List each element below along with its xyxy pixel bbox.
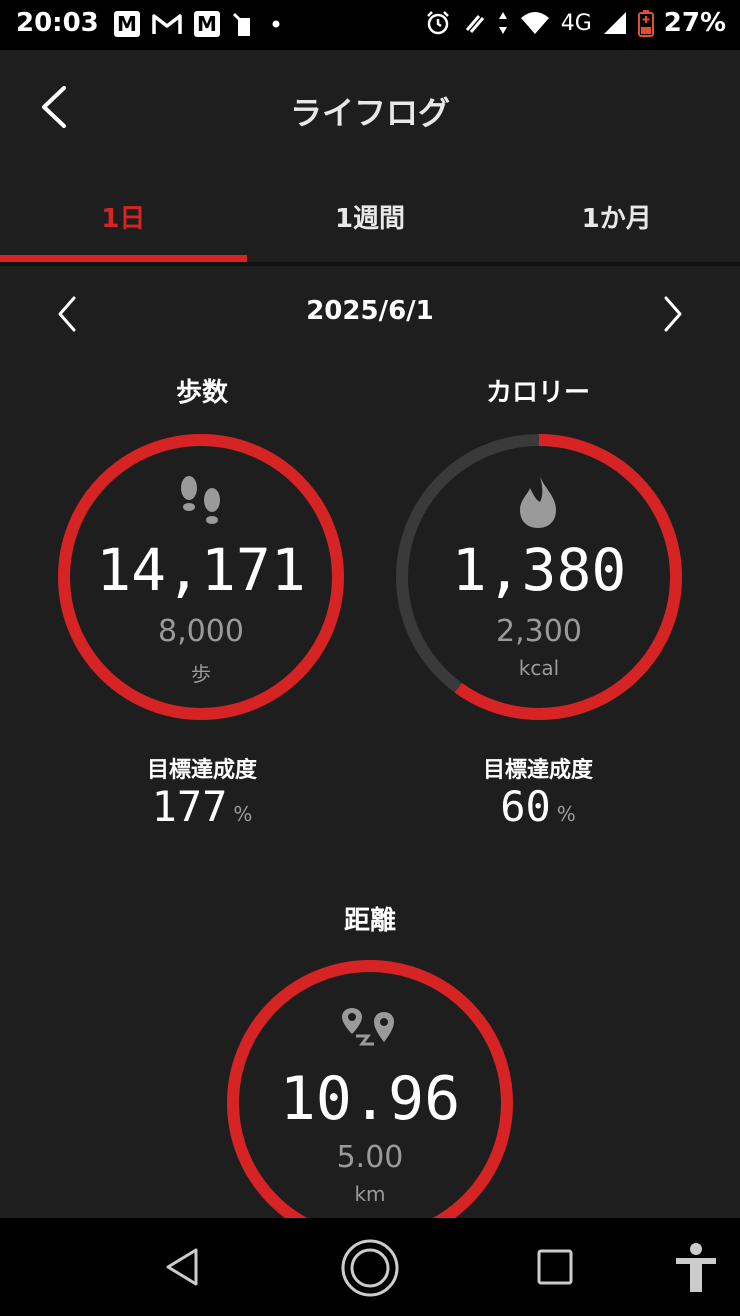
steps-unit: 歩 — [191, 662, 211, 686]
distance-label: 距離 — [343, 906, 396, 936]
calories-achievement-label: 目標達成度 — [482, 758, 593, 783]
calories-label: カロリー — [485, 378, 590, 408]
battery-icon — [637, 10, 654, 37]
data-arrows-icon — [498, 12, 507, 34]
signal-icon — [603, 12, 626, 34]
page-title: ライフログ — [289, 94, 450, 132]
steps-achievement-value: 177 — [151, 782, 228, 831]
tab-day[interactable]: 1日 — [0, 168, 247, 264]
gmail-icon — [152, 14, 182, 34]
tab-month[interactable]: 1か月 — [493, 168, 740, 264]
system-nav-bar — [0, 1218, 740, 1316]
date-navigator: 2025/6/1 — [0, 290, 740, 338]
footprints-icon — [181, 476, 220, 524]
steps-achievement: 177% — [82, 782, 322, 831]
notification-m-icon: M — [114, 11, 140, 37]
nav-home-button[interactable] — [340, 1238, 400, 1298]
accessibility-icon[interactable] — [672, 1242, 720, 1294]
tabs-divider — [0, 262, 740, 266]
nav-back-button[interactable] — [162, 1246, 202, 1288]
distance-goal: 5.00 — [336, 1140, 404, 1175]
battery-percent: 27% — [663, 8, 726, 38]
calories-value: 1,380 — [451, 536, 627, 604]
calories-unit: kcal — [518, 656, 560, 680]
notification-m-icon-2: M — [194, 11, 220, 37]
distance-unit: km — [354, 1182, 386, 1206]
steps-achievement-label: 目標達成度 — [146, 758, 257, 783]
status-time: 20:03 — [16, 8, 99, 38]
calories-goal: 2,300 — [496, 614, 582, 649]
battery-saver-icon — [232, 12, 250, 36]
nav-recents-button[interactable] — [536, 1248, 574, 1286]
steps-goal: 8,000 — [158, 614, 244, 649]
network-type: 4G — [560, 10, 592, 36]
steps-value: 14,171 — [96, 536, 306, 604]
next-date-button[interactable] — [658, 290, 688, 338]
nfc-icon — [465, 15, 484, 33]
tab-week[interactable]: 1週間 — [247, 168, 494, 264]
flame-icon — [520, 476, 556, 528]
period-tabs: 1日 1週間 1か月 — [0, 168, 740, 264]
dot-icon — [272, 20, 280, 28]
calories-achievement-percent: % — [556, 802, 576, 826]
steps-achievement-percent: % — [233, 802, 253, 826]
route-icon — [342, 1008, 394, 1046]
steps-label: 歩数 — [175, 378, 228, 408]
calories-achievement-value: 60 — [500, 782, 551, 831]
distance-value: 10.96 — [279, 1064, 461, 1134]
alarm-icon — [426, 11, 449, 35]
current-date: 2025/6/1 — [306, 296, 434, 326]
status-bar: 20:03 M M 4G 27% — [0, 0, 740, 50]
wifi-icon — [520, 12, 549, 34]
calories-achievement: 60% — [418, 782, 658, 831]
